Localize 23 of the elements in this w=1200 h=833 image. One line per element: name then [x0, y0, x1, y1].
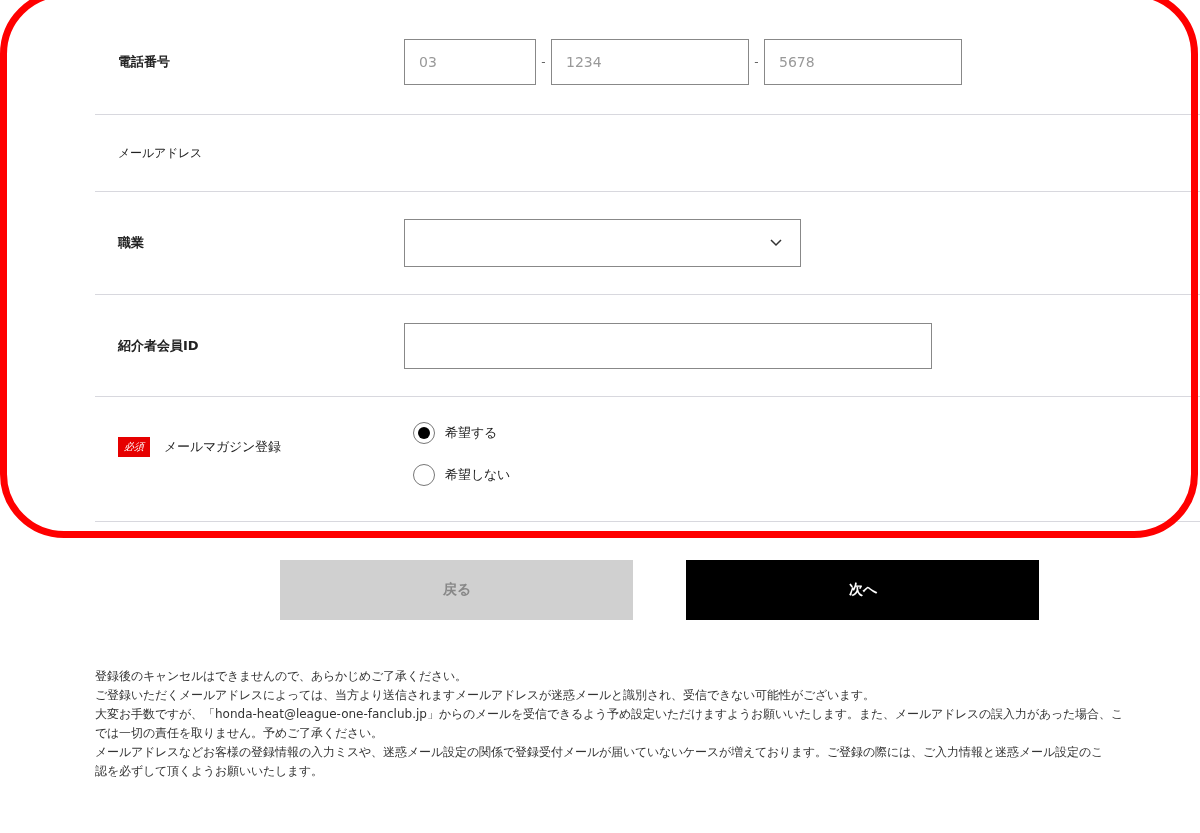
notice-text: では一切の責任を取りません。予めご了承ください。 — [95, 725, 384, 742]
next-button[interactable]: 次へ — [686, 560, 1039, 620]
required-badge: 必須 — [118, 437, 150, 457]
separator-text: - — [540, 55, 547, 69]
separator-text: - — [753, 55, 760, 69]
notice-text: 大変お手数ですが、「honda-heat@league-one-fanclub.jp」からのメールを受信できるよう予め設定いただけますようお願いいたします。また、メールアドレスの誤入力があった場合、こ — [95, 706, 1124, 723]
notice-text: 認を必ずして頂くようお願いいたします。 — [95, 763, 324, 780]
field-label: 電話番号 — [118, 53, 170, 71]
occupation-select[interactable] — [404, 219, 801, 267]
notice-text: メールアドレスなどお客様の登録情報の入力ミスや、迷惑メール設定の関係で登録受付メールが届いていないケースが増えております。ご登録の際には、ご入力情報と迷惑メール設定のこ — [95, 744, 1104, 761]
radio-label: 希望する — [445, 424, 497, 442]
referrer-id-input[interactable] — [404, 322, 932, 369]
chevron-down-icon — [770, 239, 782, 247]
phone-input[interactable]: 5678 — [764, 39, 962, 85]
phone-input[interactable]: 1234 — [551, 39, 749, 85]
field-label: メールマガジン登録 — [164, 438, 281, 456]
field-label: 紹介者会員ID — [118, 336, 199, 355]
phone-input[interactable]: 03 — [404, 39, 536, 85]
field-label: メールアドレス — [118, 144, 202, 162]
notice-text: 登録後のキャンセルはできませんので、あらかじめご了承ください。 — [95, 668, 468, 685]
radio-label: 希望しない — [445, 466, 510, 484]
notice-text: ご登録いただくメールアドレスによっては、当方より送信されますメールアドレスが迷惑メールと識別され、受信できない可能性がございます。 — [95, 687, 876, 704]
field-label: 職業 — [118, 234, 144, 252]
